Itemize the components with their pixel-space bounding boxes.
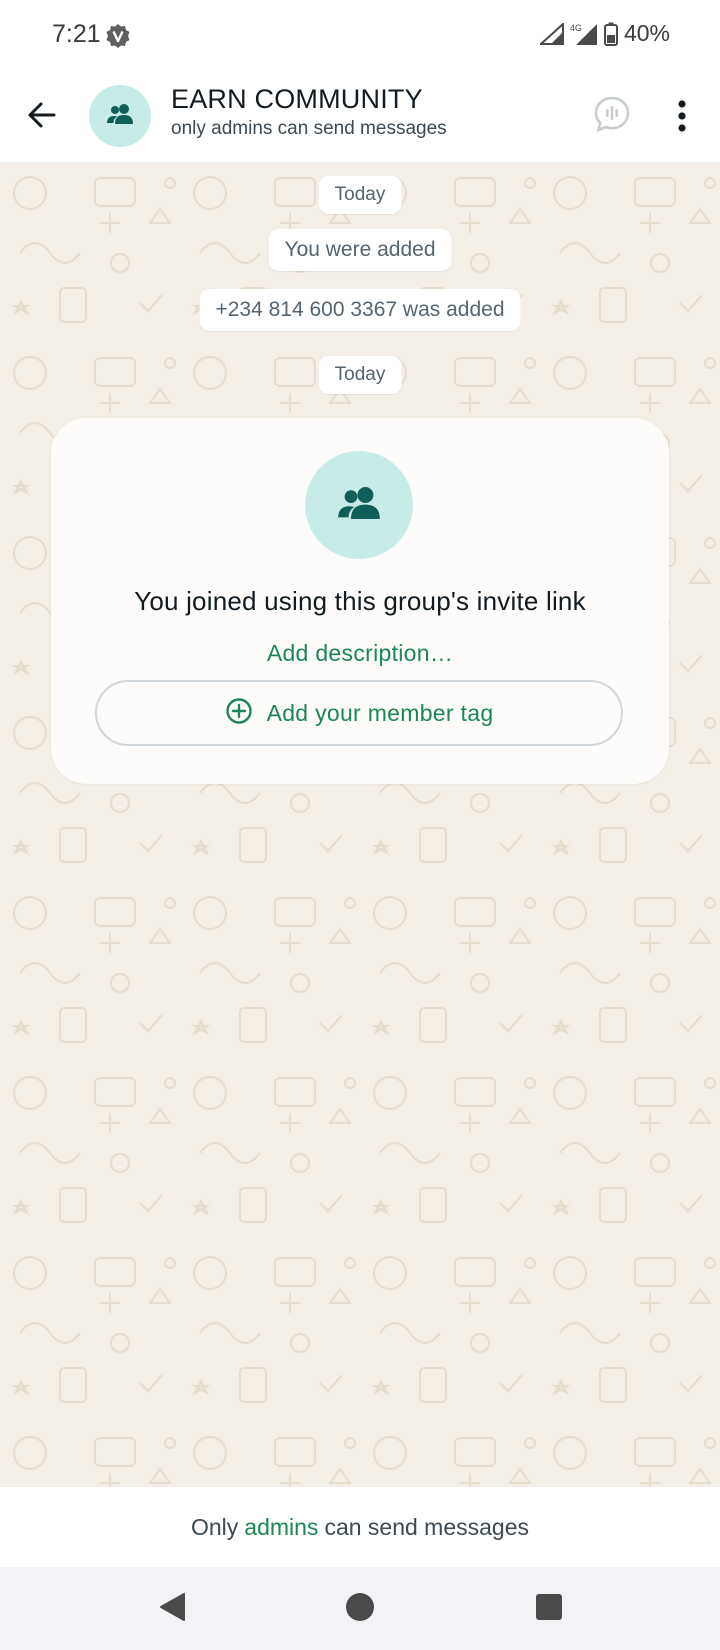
add-description-link[interactable]: Add description… <box>51 640 669 667</box>
notice-prefix: Only <box>190 1513 239 1540</box>
nav-recents-button[interactable] <box>527 1587 571 1631</box>
system-nav-bar <box>0 1567 720 1650</box>
add-member-tag-button[interactable]: Add your member tag <box>95 680 623 746</box>
nav-back-icon <box>157 1591 187 1628</box>
voice-chat-button[interactable] <box>590 94 634 138</box>
nav-recents-icon <box>535 1593 563 1626</box>
chat-title: EARN COMMUNITY <box>171 84 423 114</box>
chat-title-area[interactable]: EARN COMMUNITY only admins can send mess… <box>171 82 571 142</box>
more-options-button[interactable] <box>664 94 700 142</box>
chat-area[interactable]: Today You were added +234 814 600 3367 w… <box>0 163 720 1487</box>
back-arrow-icon <box>26 99 58 136</box>
group-avatar[interactable] <box>89 85 151 147</box>
nav-back-button[interactable] <box>150 1587 194 1631</box>
svg-text:4G: 4G <box>570 23 582 33</box>
voice-chat-icon <box>593 95 631 138</box>
battery-percent: 40% <box>623 20 670 46</box>
group-info-card: You joined using this group's invite lin… <box>51 418 669 784</box>
more-vert-icon <box>677 99 687 137</box>
group-avatar-icon <box>105 103 135 130</box>
battery-icon <box>603 22 618 46</box>
member-tag-label: Add your member tag <box>266 699 494 726</box>
system-message: You were added <box>268 229 452 271</box>
nav-home-icon <box>345 1592 375 1627</box>
status-bar: 7:21 4G 40% <box>0 0 720 72</box>
back-button[interactable] <box>18 90 66 144</box>
invite-link-heading: You joined using this group's invite lin… <box>134 586 586 616</box>
v-badge-icon <box>105 23 131 49</box>
group-icon <box>335 485 383 526</box>
chat-subtitle: only admins can send messages <box>171 118 447 139</box>
signal-icon <box>539 22 564 45</box>
system-message: +234 814 600 3367 was added <box>199 289 521 331</box>
nav-home-button[interactable] <box>338 1587 382 1631</box>
only-admins-notice: Only admins can send messages <box>0 1487 720 1567</box>
chat-header: EARN COMMUNITY only admins can send mess… <box>0 72 720 163</box>
admins-link[interactable]: admins <box>244 1514 318 1541</box>
add-circle-icon <box>225 697 253 730</box>
date-chip: Today <box>318 176 402 214</box>
group-info-avatar[interactable] <box>305 451 413 559</box>
date-chip: Today <box>318 356 402 394</box>
signal-4g-icon: 4G <box>570 22 598 46</box>
status-time: 7:21 <box>52 20 101 48</box>
notice-suffix: can send messages <box>324 1513 530 1540</box>
status-icons: 4G 40% <box>539 20 670 47</box>
